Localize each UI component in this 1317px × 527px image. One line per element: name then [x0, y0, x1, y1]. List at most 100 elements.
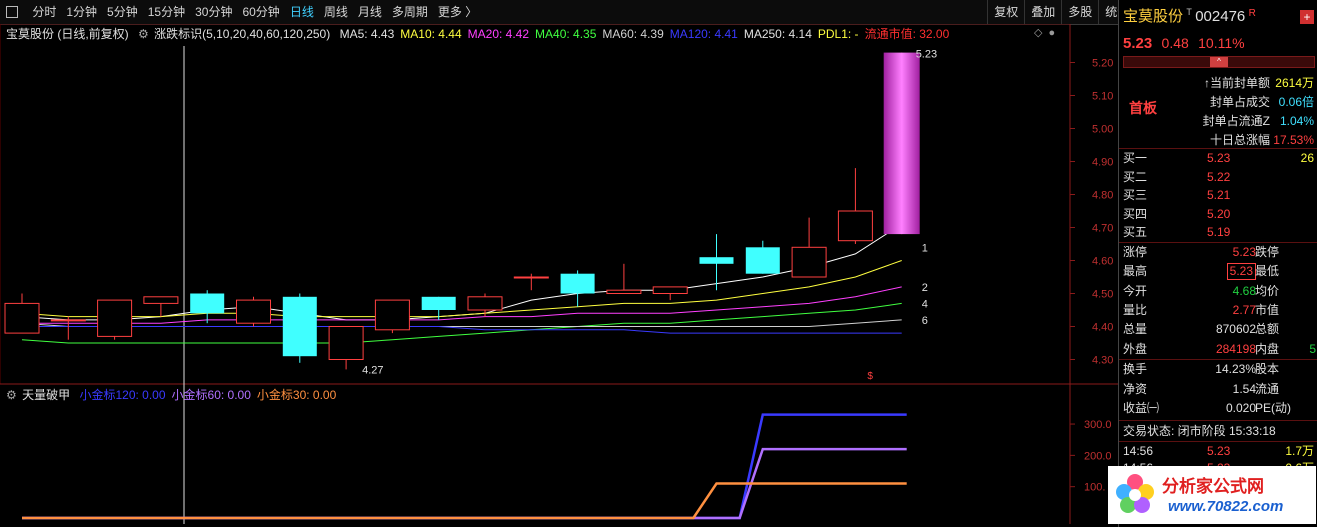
stat2-label2-1: 流通: [1255, 381, 1280, 396]
candle-18: [837, 168, 873, 244]
price-change: 0.48: [1161, 35, 1189, 51]
kline-tick-label-2: 5.00: [1092, 124, 1113, 136]
kline-tick-label-4: 4.80: [1092, 190, 1113, 202]
stock-code: 002476: [1195, 8, 1246, 25]
kline-tick-label-9: 4.30: [1092, 355, 1113, 367]
tool-button-0[interactable]: 复权: [987, 0, 1024, 24]
seal-value-0: 2614万: [1275, 76, 1314, 90]
candle-19: [883, 52, 920, 235]
quote-panel: 宝莫股份 T 002476 R + 5.23 0.48 10.11% ^ 首板 …: [1118, 0, 1317, 527]
period-tab-8[interactable]: 月线: [353, 0, 387, 24]
buy-row-4[interactable]: 买五 5.19: [1119, 223, 1317, 242]
candle-body-3: [143, 296, 179, 304]
seal-label-0: ↑当前封单额: [1203, 76, 1270, 90]
stat-label2-4: 总额: [1255, 322, 1280, 337]
tool-button-1[interactable]: 叠加: [1024, 0, 1061, 24]
legend-item-0: MA5: 4.43: [339, 27, 395, 41]
kline-chart[interactable]: 5.20 5.10 5.00 4.90 4.80 4.70 4.60 4.50 4.40 4.30…: [0, 24, 1118, 524]
diamond-icon[interactable]: ◇: [1034, 27, 1042, 39]
ma-rank-label-2: 4: [922, 298, 928, 310]
buy-row-0[interactable]: 买一 5.23 26: [1119, 149, 1317, 168]
watermark-logo: 分析家公式网 www.70822.com: [1108, 466, 1316, 524]
stat2-row-1: 净资 1.54 流通: [1119, 380, 1317, 399]
dot-icon[interactable]: ●: [1048, 27, 1055, 39]
kline-tick-label-8: 4.40: [1092, 322, 1113, 334]
collapse-icon[interactable]: ^: [1210, 57, 1228, 67]
sub-legend-items: 小金标120: 0.00 小金标60: 0.00 小金标30: 0.00: [79, 388, 342, 402]
sub-tick-label-2: 100.: [1084, 482, 1105, 494]
sub-legend-item-2: 小金标30: 0.00: [256, 388, 337, 402]
candle-1: [50, 316, 86, 340]
limit-bar[interactable]: ^: [1123, 56, 1315, 68]
stat-label-4: 总量: [1123, 322, 1148, 337]
period-tab-4[interactable]: 30分钟: [190, 0, 237, 24]
stat-row-0: 涨停 5.23 跌停: [1119, 243, 1317, 262]
buy-label-0: 买一: [1123, 151, 1148, 165]
high-label: 5.23: [916, 49, 937, 61]
candle-body-12: [560, 273, 595, 294]
stock-header: 宝莫股份 T 002476 R +: [1119, 4, 1317, 30]
buy-price-1: 5.22: [1207, 169, 1231, 184]
kline-tick-label-6: 4.60: [1092, 256, 1113, 268]
candle-13: [606, 263, 642, 295]
seal-value-2: 1.04%: [1279, 114, 1314, 128]
candle-body-2: [97, 299, 133, 337]
candle-body-16: [745, 247, 780, 274]
buy-row-3[interactable]: 买四 5.20: [1119, 205, 1317, 224]
stat-label-0: 涨停: [1123, 245, 1148, 259]
buy-label-2: 买三: [1123, 188, 1148, 202]
kline-tick-label-1: 5.10: [1092, 91, 1113, 103]
period-tab-3[interactable]: 15分钟: [143, 0, 190, 24]
stat-value-4: 870602: [1215, 322, 1256, 337]
candle-body-10: [467, 296, 503, 311]
panel-toggle-icon[interactable]: [6, 5, 18, 18]
ma-rank-label-1: 2: [922, 282, 928, 294]
settings-gear-icon[interactable]: ⚙: [138, 27, 149, 41]
kline-tick-label-3: 4.90: [1092, 157, 1113, 169]
period-tab-6[interactable]: 日线: [285, 0, 319, 24]
sub-line-0: [22, 413, 907, 520]
flower-icon: [1116, 474, 1154, 513]
kline-tick-label-0: 5.20: [1092, 58, 1113, 70]
signal-marker: $: [867, 371, 873, 382]
stat-row-2: 今开 4.68 均价: [1119, 282, 1317, 301]
stat-row-5: 外盘 284198 内盘 5: [1119, 340, 1317, 359]
trade-state: 交易状态: 闭市阶段 15:33:18: [1123, 424, 1276, 438]
period-tab-7[interactable]: 周线: [319, 0, 353, 24]
period-tab-1[interactable]: 1分钟: [61, 0, 102, 24]
sub-legend-item-1: 小金标60: 0.00: [171, 388, 251, 402]
add-button[interactable]: +: [1300, 10, 1314, 24]
sub-legend-item-0: 小金标120: 0.00: [79, 388, 166, 402]
r-badge: R: [1248, 8, 1256, 19]
legend-item-1: MA10: 4.44: [400, 27, 462, 41]
legend-item-2: MA20: 4.42: [467, 27, 530, 41]
stat-value-0: 5.23: [1232, 245, 1256, 259]
stat-label-2: 今开: [1123, 283, 1148, 298]
inner-tail-value: 5: [1309, 341, 1316, 356]
settings-gear-icon-2[interactable]: ⚙: [6, 388, 17, 402]
period-tab-0[interactable]: 分时: [27, 0, 61, 24]
stat2-label-0: 换手: [1123, 362, 1148, 376]
candle-16: [745, 240, 780, 274]
stat-value-3: 2.77: [1232, 302, 1256, 317]
stat2-value-1: 1.54: [1232, 381, 1256, 396]
period-tab-10[interactable]: 更多 〉: [433, 0, 482, 24]
stat2-label2-2: PE(动): [1255, 401, 1292, 415]
period-tab-2[interactable]: 5分钟: [102, 0, 143, 24]
candle-body-14: [652, 286, 688, 294]
buy-row-1[interactable]: 买二 5.22: [1119, 168, 1317, 187]
watermark-title: 分析家公式网: [1162, 477, 1264, 496]
stat-label-1: 最高: [1123, 264, 1148, 279]
tool-button-2[interactable]: 多股: [1061, 0, 1098, 24]
buy-row-2[interactable]: 买三 5.21: [1119, 186, 1317, 205]
period-tab-9[interactable]: 多周期: [387, 0, 433, 24]
legend-item-5: MA120: 4.41: [669, 27, 738, 41]
candle-12: [560, 270, 595, 307]
candle-body-1: [50, 319, 86, 322]
buy-label-3: 买四: [1123, 206, 1148, 221]
kline-tick-label-7: 4.50: [1092, 289, 1113, 301]
period-tab-5[interactable]: 60分钟: [237, 0, 284, 24]
stat-value-2: 4.68: [1232, 283, 1256, 298]
seal-label-1: 封单占成交: [1209, 95, 1270, 109]
candle-body-0: [4, 302, 40, 334]
